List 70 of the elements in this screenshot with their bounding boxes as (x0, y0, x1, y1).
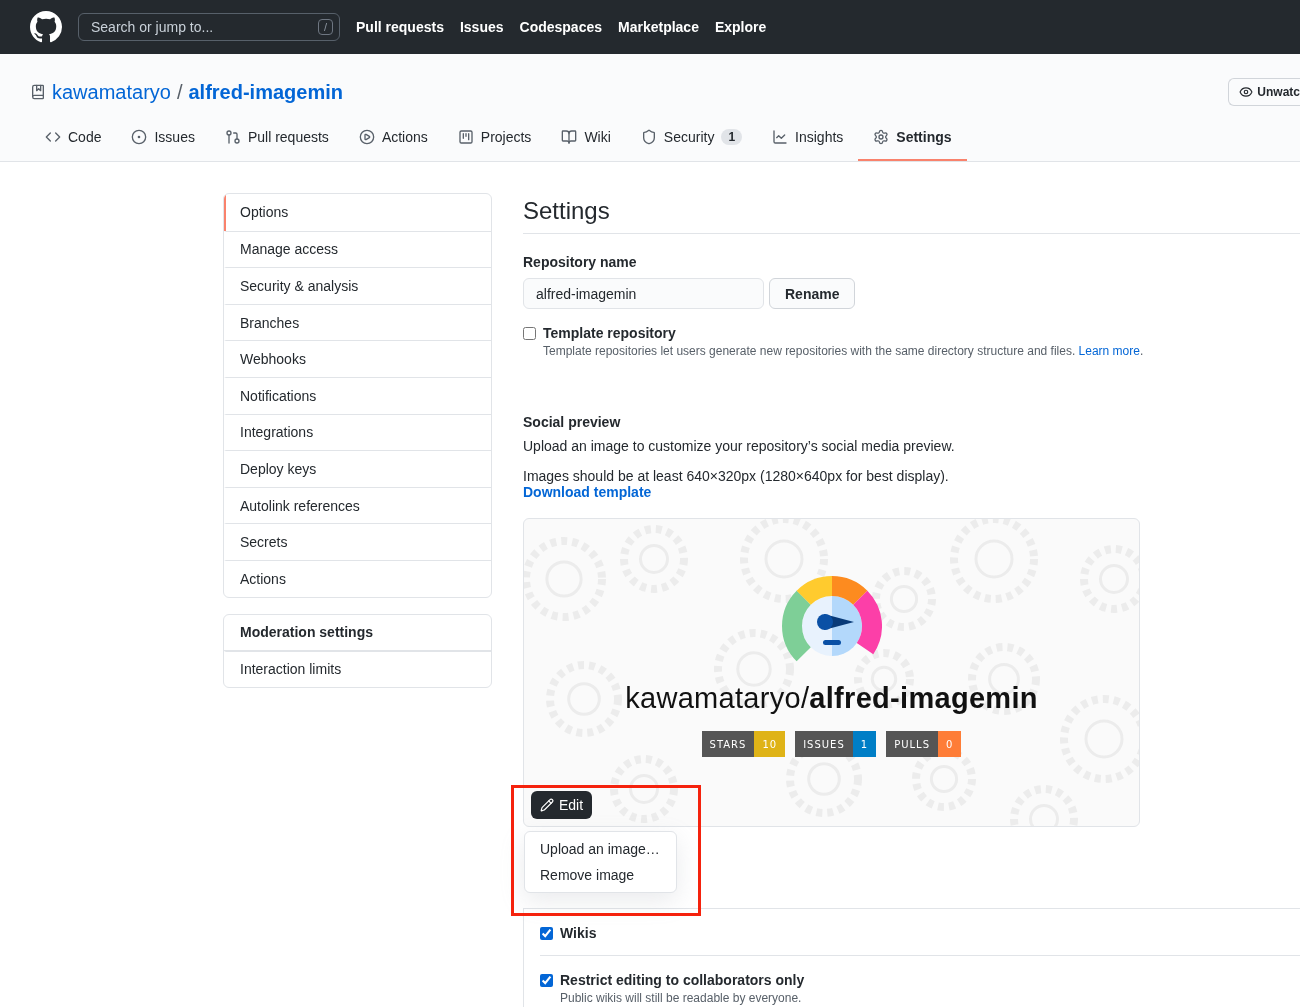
page-title: Settings (523, 197, 1300, 234)
help-text: Public wikis will still be readable by everyone. (560, 991, 803, 1005)
menu-item[interactable]: Security & analysis (224, 267, 491, 304)
repo-icon (30, 84, 46, 100)
tab-counter: 1 (721, 129, 743, 145)
gear-outline-icon (610, 755, 678, 823)
issue-icon (131, 129, 148, 145)
menu-item[interactable]: Branches (224, 303, 491, 341)
repo-tab[interactable]: Security 1 (625, 115, 758, 161)
path-separator: / (176, 80, 183, 104)
learn-more-link[interactable]: Learn more (1078, 344, 1140, 358)
menu-item[interactable]: Integrations (224, 413, 491, 451)
checkbox-label: Restrict editing to collaborators only (560, 972, 805, 988)
repo-tab[interactable]: Actions (343, 115, 443, 161)
rename-button[interactable]: Rename (769, 278, 856, 309)
shortcut-key: / (317, 19, 333, 35)
menu-item[interactable]: Deploy keys (224, 450, 491, 487)
project-board-icon (457, 129, 474, 145)
pencil-icon (540, 798, 554, 812)
checkbox[interactable] (540, 927, 553, 940)
nav-link[interactable]: Pull requests (356, 19, 444, 35)
pull-request-icon (224, 129, 241, 145)
menu-option[interactable]: Upload an image… (525, 836, 676, 862)
menu-heading: Moderation settings (224, 614, 491, 651)
graph-icon (772, 129, 789, 145)
repo-tab[interactable]: Wiki (546, 115, 626, 161)
download-template-link[interactable]: Download template (523, 484, 1300, 500)
nav-link[interactable]: Explore (714, 19, 767, 35)
search-field[interactable]: Search or jump to... / (78, 13, 340, 41)
nav-link[interactable]: Marketplace (618, 19, 699, 35)
code-icon (45, 129, 61, 145)
menu-item[interactable]: Manage access (224, 230, 491, 268)
repo-tab[interactable]: Settings (858, 115, 967, 161)
description-text: Images should be at least 640×320px (1280×640px for best display). (523, 468, 950, 484)
checkbox-label: Template repository (543, 325, 677, 341)
help-text: Template repositories let users generate new repositories with the same directory structure and files. Learn more. (543, 344, 1144, 358)
field-label: Repository name (523, 254, 638, 270)
menu-item[interactable]: Actions (224, 559, 491, 597)
gear-icon (873, 129, 890, 145)
menu-item[interactable]: Options (224, 194, 491, 231)
repo-name-link[interactable]: alfred-imagemin (188, 80, 343, 104)
checkbox[interactable] (523, 327, 536, 340)
menu-item[interactable]: Webhooks (224, 340, 491, 377)
gear-outline-icon (872, 567, 936, 631)
play-icon (358, 129, 375, 145)
shield-icon (640, 129, 657, 145)
watch-button[interactable]: Unwatc (1228, 78, 1300, 106)
nav-link[interactable]: Codespaces (519, 19, 602, 35)
repo-tab[interactable]: Code (30, 115, 117, 161)
octocat-logo-icon[interactable] (30, 11, 62, 43)
section-heading: Social preview (523, 414, 622, 430)
menu-item[interactable]: Autolink references (224, 486, 491, 524)
repo-tab[interactable]: Pull requests (209, 115, 344, 161)
menu-item[interactable]: Interaction limits (224, 650, 491, 688)
repo-tab[interactable]: Projects (442, 115, 547, 161)
menu-item[interactable]: Notifications (224, 376, 491, 414)
nav-link[interactable]: Issues (459, 19, 504, 35)
preview-title: kawamataryo/alfred-imagemin (625, 682, 1038, 715)
repo-owner-link[interactable]: kawamataryo (52, 80, 171, 104)
eye-icon (1239, 85, 1254, 99)
repo-name-input[interactable]: alfred-imagemin (523, 278, 764, 309)
book-icon (561, 129, 578, 145)
checkbox-label: Wikis (560, 925, 597, 941)
description-text: Upload an image to customize your repository’s social media preview. (523, 438, 956, 454)
repo-tab[interactable]: Insights (757, 115, 859, 161)
menu-item[interactable]: Secrets (224, 523, 491, 560)
edit-button[interactable]: Edit (531, 791, 593, 819)
repo-tab[interactable]: Issues (116, 115, 210, 161)
menu-option[interactable]: Remove image (525, 862, 676, 888)
checkbox[interactable] (540, 974, 553, 987)
